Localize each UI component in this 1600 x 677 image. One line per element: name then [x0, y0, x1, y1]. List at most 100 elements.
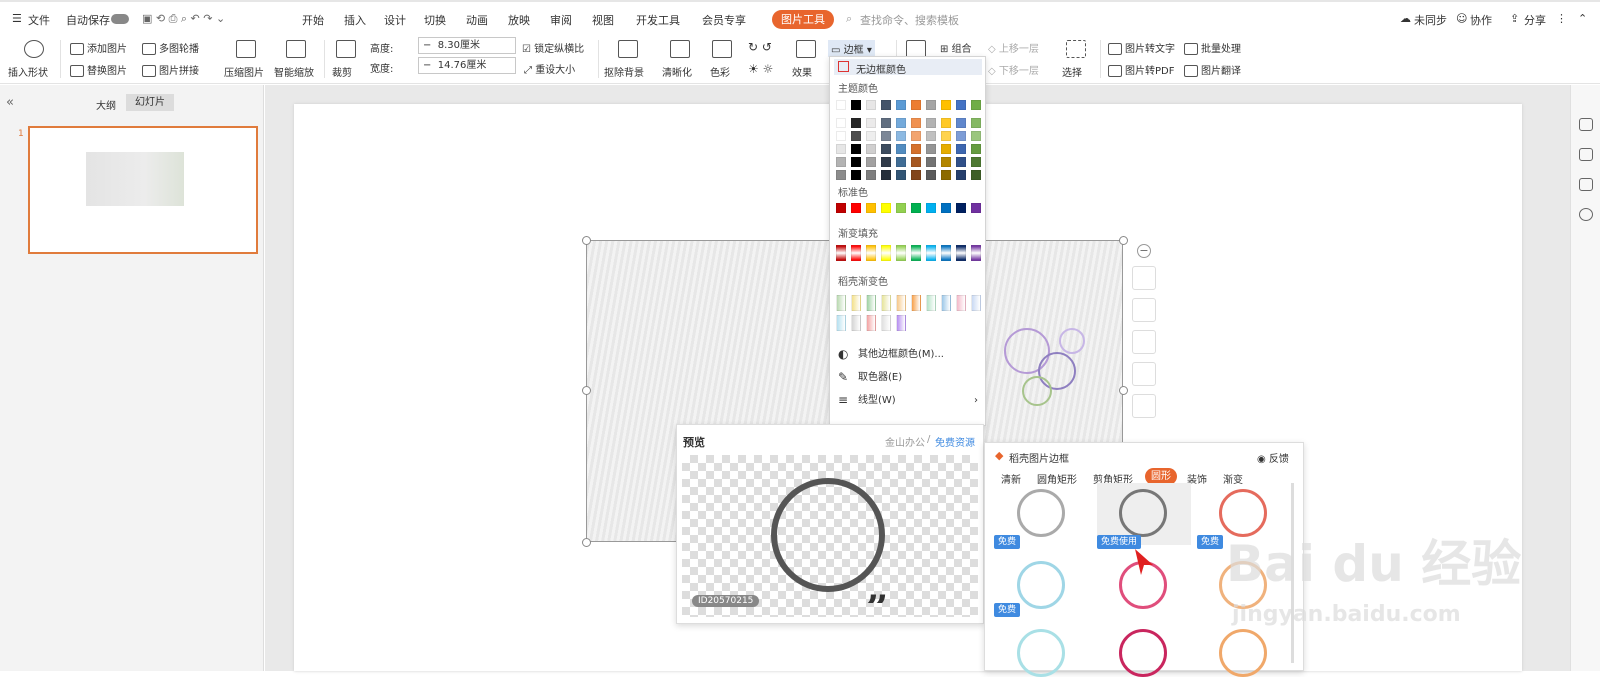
theme-shade-swatch[interactable]: [866, 118, 876, 128]
theme-shade-swatch[interactable]: [926, 118, 936, 128]
zoom-icon[interactable]: [1132, 266, 1156, 290]
select-button[interactable]: 选择: [1062, 64, 1082, 79]
frame-item[interactable]: [1219, 629, 1267, 677]
frame-item[interactable]: [1017, 489, 1065, 537]
theme-color-swatch[interactable]: [851, 100, 861, 110]
theme-shade-swatch[interactable]: [866, 170, 876, 180]
crop-button[interactable]: 裁剪: [332, 64, 352, 79]
theme-shade-swatch[interactable]: [881, 118, 891, 128]
theme-shade-swatch[interactable]: [911, 144, 921, 154]
brightness-icons[interactable]: ☀ ☼: [748, 62, 773, 76]
standard-color-swatch[interactable]: [971, 203, 981, 213]
theme-shade-swatch[interactable]: [896, 157, 906, 167]
tab-slideshow[interactable]: 放映: [508, 12, 530, 28]
tab-insert[interactable]: 插入: [344, 12, 366, 28]
theme-shade-swatch[interactable]: [941, 144, 951, 154]
bring-forward-button[interactable]: ◇ 上移一层: [988, 40, 1039, 55]
theme-shade-swatch[interactable]: [896, 131, 906, 141]
theme-shade-swatch[interactable]: [956, 144, 966, 154]
theme-shade-swatch[interactable]: [941, 157, 951, 167]
theme-color-swatch[interactable]: [911, 100, 921, 110]
free-resources-link[interactable]: 免费资源: [935, 434, 975, 449]
theme-shade-swatch[interactable]: [941, 131, 951, 141]
frames-tab-rounded[interactable]: 圆角矩形: [1037, 471, 1077, 486]
gradient-fill-swatch[interactable]: [956, 245, 966, 261]
theme-shade-swatch[interactable]: [851, 170, 861, 180]
pic-to-text-button[interactable]: 图片转文字: [1108, 40, 1175, 55]
docer-gradient-swatch[interactable]: [866, 315, 876, 331]
theme-shade-swatch[interactable]: [926, 157, 936, 167]
file-menu[interactable]: 文件: [28, 12, 50, 28]
resize-handle[interactable]: [582, 538, 591, 547]
minus-icon[interactable]: −: [1137, 244, 1151, 258]
standard-color-swatch[interactable]: [956, 203, 966, 213]
theme-shade-swatch[interactable]: [941, 118, 951, 128]
tab-animation[interactable]: 动画: [466, 12, 488, 28]
theme-shade-swatch[interactable]: [836, 131, 846, 141]
resize-handle[interactable]: [582, 236, 591, 245]
feedback-button[interactable]: ◉ 反馈: [1257, 450, 1289, 465]
gradient-fill-swatch[interactable]: [911, 245, 921, 261]
sync-button[interactable]: 未同步: [1414, 12, 1447, 28]
height-input[interactable]: − 8.30厘米: [418, 37, 516, 54]
theme-shade-swatch[interactable]: [941, 170, 951, 180]
no-border-item[interactable]: 无边框颜色: [834, 59, 982, 76]
collapse-icon[interactable]: ⌃: [1578, 12, 1587, 25]
frames-tab-fresh[interactable]: 清新: [1001, 471, 1021, 486]
theme-shade-swatch[interactable]: [851, 144, 861, 154]
replace-float-icon[interactable]: [1132, 362, 1156, 386]
collage-button[interactable]: 图片拼接: [142, 62, 199, 77]
docer-gradient-swatch[interactable]: [866, 295, 876, 311]
compress-button[interactable]: 压缩图片: [224, 64, 264, 79]
theme-shade-swatch[interactable]: [956, 118, 966, 128]
theme-shade-swatch[interactable]: [836, 157, 846, 167]
autosave-toggle[interactable]: [111, 14, 129, 24]
theme-shade-swatch[interactable]: [866, 157, 876, 167]
frame-item[interactable]: [1119, 629, 1167, 677]
gradient-fill-swatch[interactable]: [881, 245, 891, 261]
layers-icon[interactable]: [1579, 178, 1593, 191]
docer-gradient-swatch[interactable]: [851, 295, 861, 311]
search-input[interactable]: 查找命令、搜索模板: [860, 12, 959, 28]
tab-slides[interactable]: 幻灯片: [126, 94, 174, 111]
quick-access-icons[interactable]: ▣ ⟲ ⎙ ⌕ ↶ ↷ ⌄: [142, 12, 225, 26]
standard-color-swatch[interactable]: [911, 203, 921, 213]
standard-color-swatch[interactable]: [926, 203, 936, 213]
theme-color-swatch[interactable]: [926, 100, 936, 110]
pic-to-pdf-button[interactable]: 图片转PDF: [1108, 62, 1174, 77]
tab-picture-tools[interactable]: 图片工具: [772, 10, 834, 29]
more-colors-item[interactable]: ◐ 其他边框颜色(M)...: [836, 345, 982, 364]
gradient-fill-swatch[interactable]: [866, 245, 876, 261]
group-button[interactable]: ⊞ 组合: [940, 40, 972, 55]
docer-gradient-swatch[interactable]: [911, 295, 921, 311]
theme-shade-swatch[interactable]: [956, 157, 966, 167]
theme-color-swatch[interactable]: [941, 100, 951, 110]
tab-transition[interactable]: 切换: [424, 12, 446, 28]
eyedropper-item[interactable]: ✎ 取色器(E): [836, 368, 982, 387]
help-icon[interactable]: [1579, 208, 1593, 221]
bulb-icon[interactable]: [1132, 330, 1156, 354]
width-input[interactable]: − 14.76厘米: [418, 57, 516, 74]
resize-handle[interactable]: [582, 386, 591, 395]
theme-shade-swatch[interactable]: [911, 170, 921, 180]
theme-shade-swatch[interactable]: [971, 144, 981, 154]
theme-shade-swatch[interactable]: [926, 144, 936, 154]
theme-shade-swatch[interactable]: [896, 170, 906, 180]
theme-shade-swatch[interactable]: [956, 170, 966, 180]
gradient-fill-swatch[interactable]: [851, 245, 861, 261]
theme-shade-swatch[interactable]: [881, 144, 891, 154]
theme-shade-swatch[interactable]: [926, 131, 936, 141]
insert-shape-button[interactable]: 插入形状: [8, 64, 48, 79]
line-style-item[interactable]: ≡ 线型(W) ›: [836, 391, 982, 410]
theme-color-swatch[interactable]: [971, 100, 981, 110]
docer-gradient-swatch[interactable]: [836, 315, 846, 331]
frame-item[interactable]: [1017, 561, 1065, 609]
theme-shade-swatch[interactable]: [971, 157, 981, 167]
translate-button[interactable]: 图片翻译: [1184, 62, 1241, 77]
replace-picture-button[interactable]: 替换图片: [70, 62, 127, 77]
lock-ratio-checkbox[interactable]: ☑ 锁定纵横比: [522, 40, 584, 55]
sharpen-button[interactable]: 清晰化: [662, 64, 692, 79]
standard-color-swatch[interactable]: [836, 203, 846, 213]
multi-carousel-button[interactable]: 多图轮播: [142, 40, 199, 55]
docer-gradient-swatch[interactable]: [941, 295, 951, 311]
